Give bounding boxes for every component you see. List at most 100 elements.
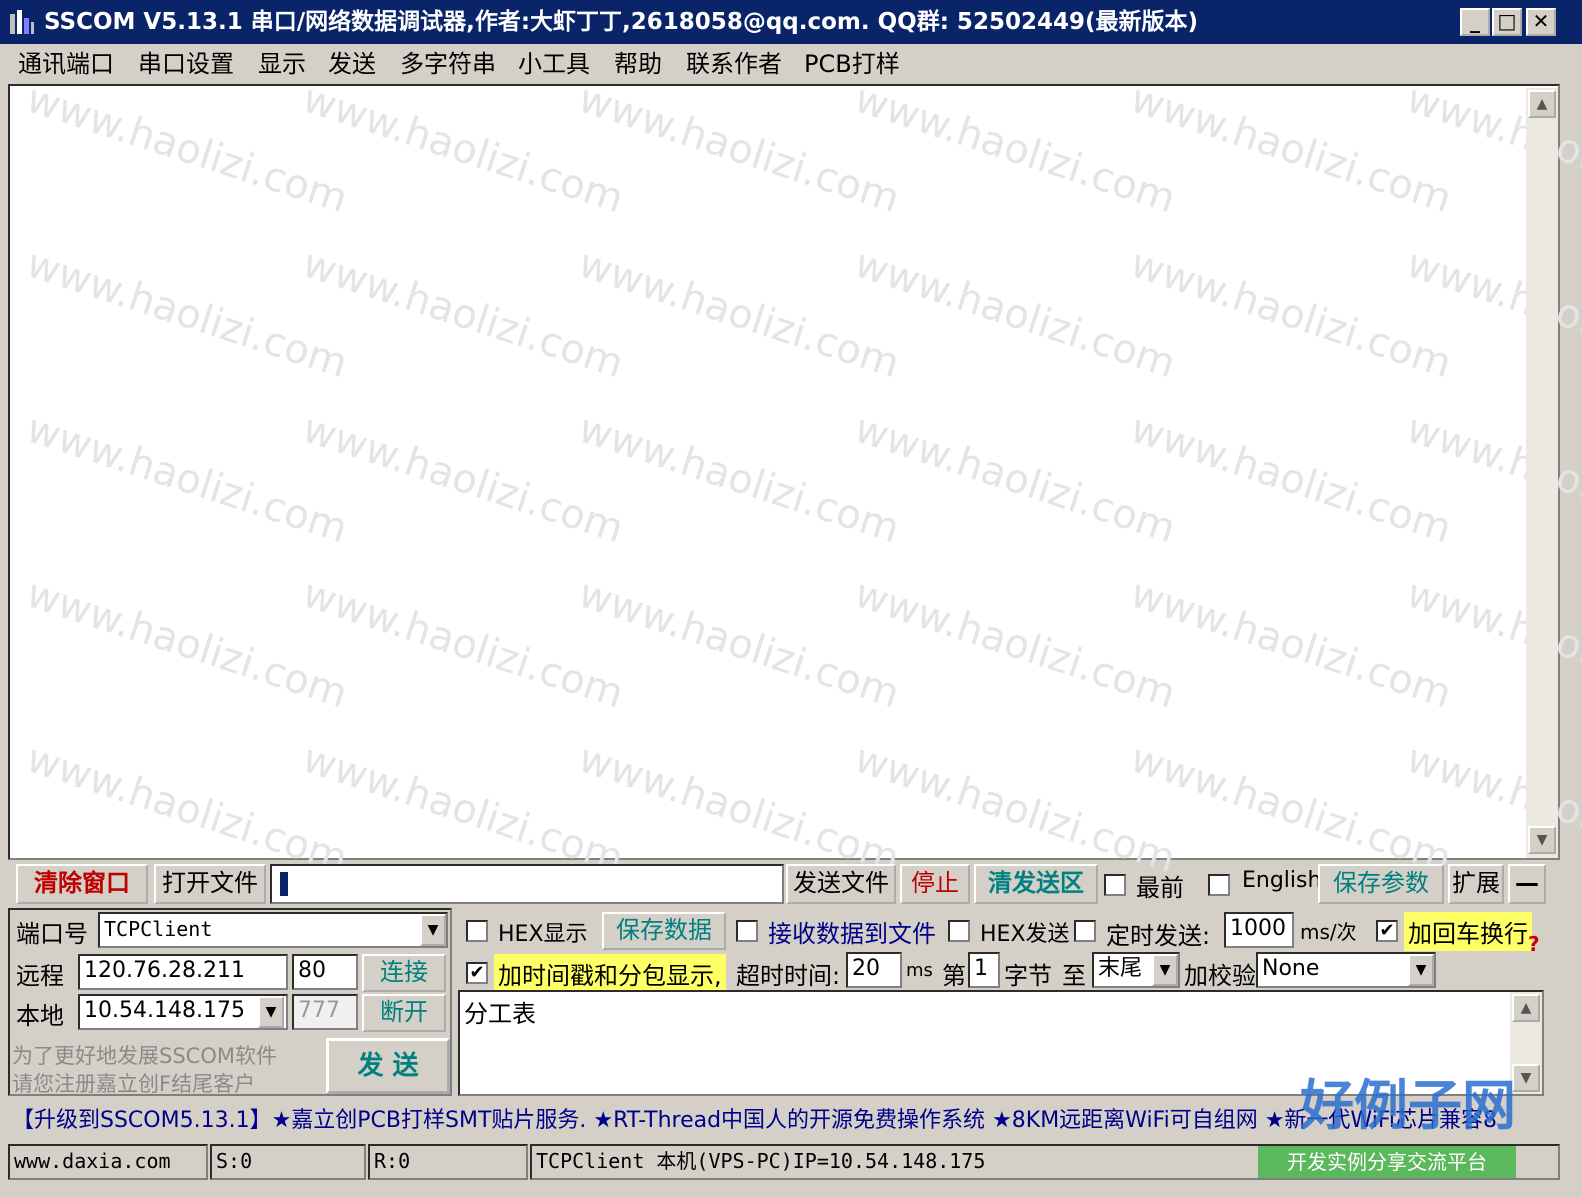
menu-comm-port[interactable]: 通讯端口 (18, 48, 114, 80)
clear-send-button[interactable]: 清发送区 (974, 864, 1098, 904)
app-icon (8, 8, 36, 36)
promo-line-2: 请您注册嘉立创F结尾客户 (12, 1072, 256, 1096)
promo-line-1: 为了更好地发展SSCOM软件 (12, 1044, 277, 1068)
scroll-up-icon[interactable]: ▲ (1512, 994, 1540, 1022)
watermark-text: www.haolizi.com (849, 240, 1181, 388)
to-label: 至 (1062, 962, 1086, 990)
menu-multi-string[interactable]: 多字符串 (400, 48, 496, 80)
watermark-text: www.haolizi.com (1125, 735, 1457, 883)
watermark-text: www.haolizi.com (21, 405, 353, 553)
watermark-text: www.haolizi.com (1125, 570, 1457, 718)
open-file-button[interactable]: 打开文件 (154, 864, 266, 904)
clear-window-button[interactable]: 清除窗口 (16, 864, 148, 904)
hex-display-label: HEX显示 (498, 922, 588, 947)
save-params-button[interactable]: 保存参数 (1318, 864, 1444, 904)
scroll-up-icon[interactable]: ▲ (1528, 90, 1556, 118)
menu-send[interactable]: 发送 (328, 48, 376, 80)
text-cursor (280, 872, 288, 896)
collapse-button[interactable]: — (1508, 864, 1546, 904)
menu-help[interactable]: 帮助 (614, 48, 662, 80)
recv-to-file-checkbox[interactable] (736, 920, 758, 942)
watermark-text: www.haolizi.com (297, 240, 629, 388)
watermark-text: www.haolizi.com (573, 75, 905, 223)
menu-pcb[interactable]: PCB打样 (804, 48, 900, 80)
timed-send-label: 定时发送: (1106, 922, 1211, 950)
window-title: SSCOM V5.13.1 串口/网络数据调试器,作者:大虾丁丁,2618058… (44, 9, 1198, 35)
watermark-text: www.haolizi.com (573, 405, 905, 553)
timeout-label: 超时时间: (736, 962, 841, 990)
expand-button[interactable]: 扩展 (1448, 864, 1504, 904)
interval-unit: ms/次 (1300, 920, 1357, 944)
scroll-down-icon[interactable]: ▼ (1528, 826, 1556, 854)
hex-send-label: HEX发送 (980, 922, 1070, 947)
watermark-text: www.haolizi.com (573, 240, 905, 388)
local-label: 本地 (16, 1002, 64, 1030)
send-text-content: 分工表 (464, 1000, 536, 1028)
english-checkbox[interactable] (1208, 874, 1230, 896)
menu-display[interactable]: 显示 (258, 48, 306, 80)
chevron-down-icon[interactable]: ▼ (1408, 954, 1434, 986)
topmost-checkbox[interactable] (1104, 874, 1126, 896)
file-path-input[interactable] (270, 864, 784, 904)
interval-input[interactable]: 1000 (1224, 912, 1294, 948)
receive-area[interactable]: www.haolizi.com www.haolizi.com www.haoliz… (8, 76, 1582, 882)
close-button[interactable]: ✕ (1526, 8, 1556, 36)
logo-subtitle: 开发实例分享交流平台 (1258, 1146, 1516, 1178)
watermark-text: www.haolizi.com (849, 75, 1181, 223)
hex-send-checkbox[interactable] (948, 920, 970, 942)
timed-send-checkbox[interactable] (1074, 920, 1096, 942)
remote-port-input[interactable]: 80 (292, 954, 358, 990)
timeout-input[interactable]: 20 (846, 952, 902, 988)
save-data-button[interactable]: 保存数据 (602, 912, 726, 950)
remote-ip-input[interactable]: 120.76.28.211 (78, 954, 288, 990)
minimize-button[interactable]: _ (1460, 8, 1490, 36)
menu-contact-author[interactable]: 联系作者 (686, 48, 782, 80)
chevron-down-icon[interactable]: ▼ (1152, 954, 1178, 986)
watermark-text: www.haolizi.com (297, 570, 629, 718)
watermark-text: www.haolizi.com (297, 75, 629, 223)
topmost-label: 最前 (1136, 874, 1184, 902)
help-icon[interactable]: ? (1528, 932, 1540, 956)
chevron-down-icon[interactable]: ▼ (258, 996, 284, 1028)
watermark-text: www.haolizi.com (1125, 75, 1457, 223)
port-select[interactable]: TCPClient (98, 912, 448, 948)
checksum-label: 加校验 (1184, 962, 1256, 990)
logo-title: 好例子网 (1300, 1074, 1516, 1137)
stop-button[interactable]: 停止 (900, 864, 970, 904)
byte-prefix: 第 (942, 962, 966, 990)
timeout-unit: ms (906, 960, 933, 981)
english-label: English (1242, 868, 1322, 893)
timestamp-checkbox[interactable]: ✔ (466, 962, 488, 984)
local-port-input[interactable]: 777 (292, 994, 358, 1030)
status-sent: S:0 (210, 1144, 366, 1180)
watermark-text: www.haolizi.com (21, 240, 353, 388)
watermark-text: www.haolizi.com (21, 570, 353, 718)
recv-to-file-label: 接收数据到文件 (768, 920, 936, 948)
add-crlf-checkbox[interactable]: ✔ (1376, 920, 1398, 942)
watermark-text: www.haolizi.com (21, 735, 353, 883)
send-file-button[interactable]: 发送文件 (786, 864, 896, 904)
port-label: 端口号 (16, 920, 88, 948)
watermark-text: www.haolizi.com (849, 570, 1181, 718)
watermark-text: www.haolizi.com (297, 405, 629, 553)
hex-display-checkbox[interactable] (466, 920, 488, 942)
disconnect-button[interactable]: 断开 (362, 994, 446, 1032)
watermark-text: www.haolizi.com (849, 405, 1181, 553)
send-button[interactable]: 发 送 (326, 1038, 450, 1094)
receive-scrollbar[interactable]: ▲ ▼ (1526, 88, 1558, 858)
watermark-text: www.haolizi.com (573, 735, 905, 883)
add-crlf-label: 加回车换行 (1404, 912, 1532, 951)
connect-button[interactable]: 连接 (362, 954, 446, 992)
menu-bar: 通讯端口 串口设置 显示 发送 多字符串 小工具 帮助 联系作者 PCB打样 (0, 44, 1582, 84)
menu-tools[interactable]: 小工具 (518, 48, 590, 80)
maximize-button[interactable]: □ (1492, 8, 1522, 36)
timestamp-label: 加时间戳和分包显示, (494, 954, 726, 993)
watermark-text: www.haolizi.com (297, 735, 629, 883)
byte-index-input[interactable]: 1 (968, 952, 1000, 988)
chevron-down-icon[interactable]: ▼ (420, 914, 446, 946)
remote-label: 远程 (16, 962, 64, 990)
watermark-text: www.haolizi.com (849, 735, 1181, 883)
local-ip-select[interactable]: 10.54.148.175 (78, 994, 288, 1030)
title-bar: SSCOM V5.13.1 串口/网络数据调试器,作者:大虾丁丁,2618058… (0, 0, 1582, 44)
menu-serial-settings[interactable]: 串口设置 (138, 48, 234, 80)
